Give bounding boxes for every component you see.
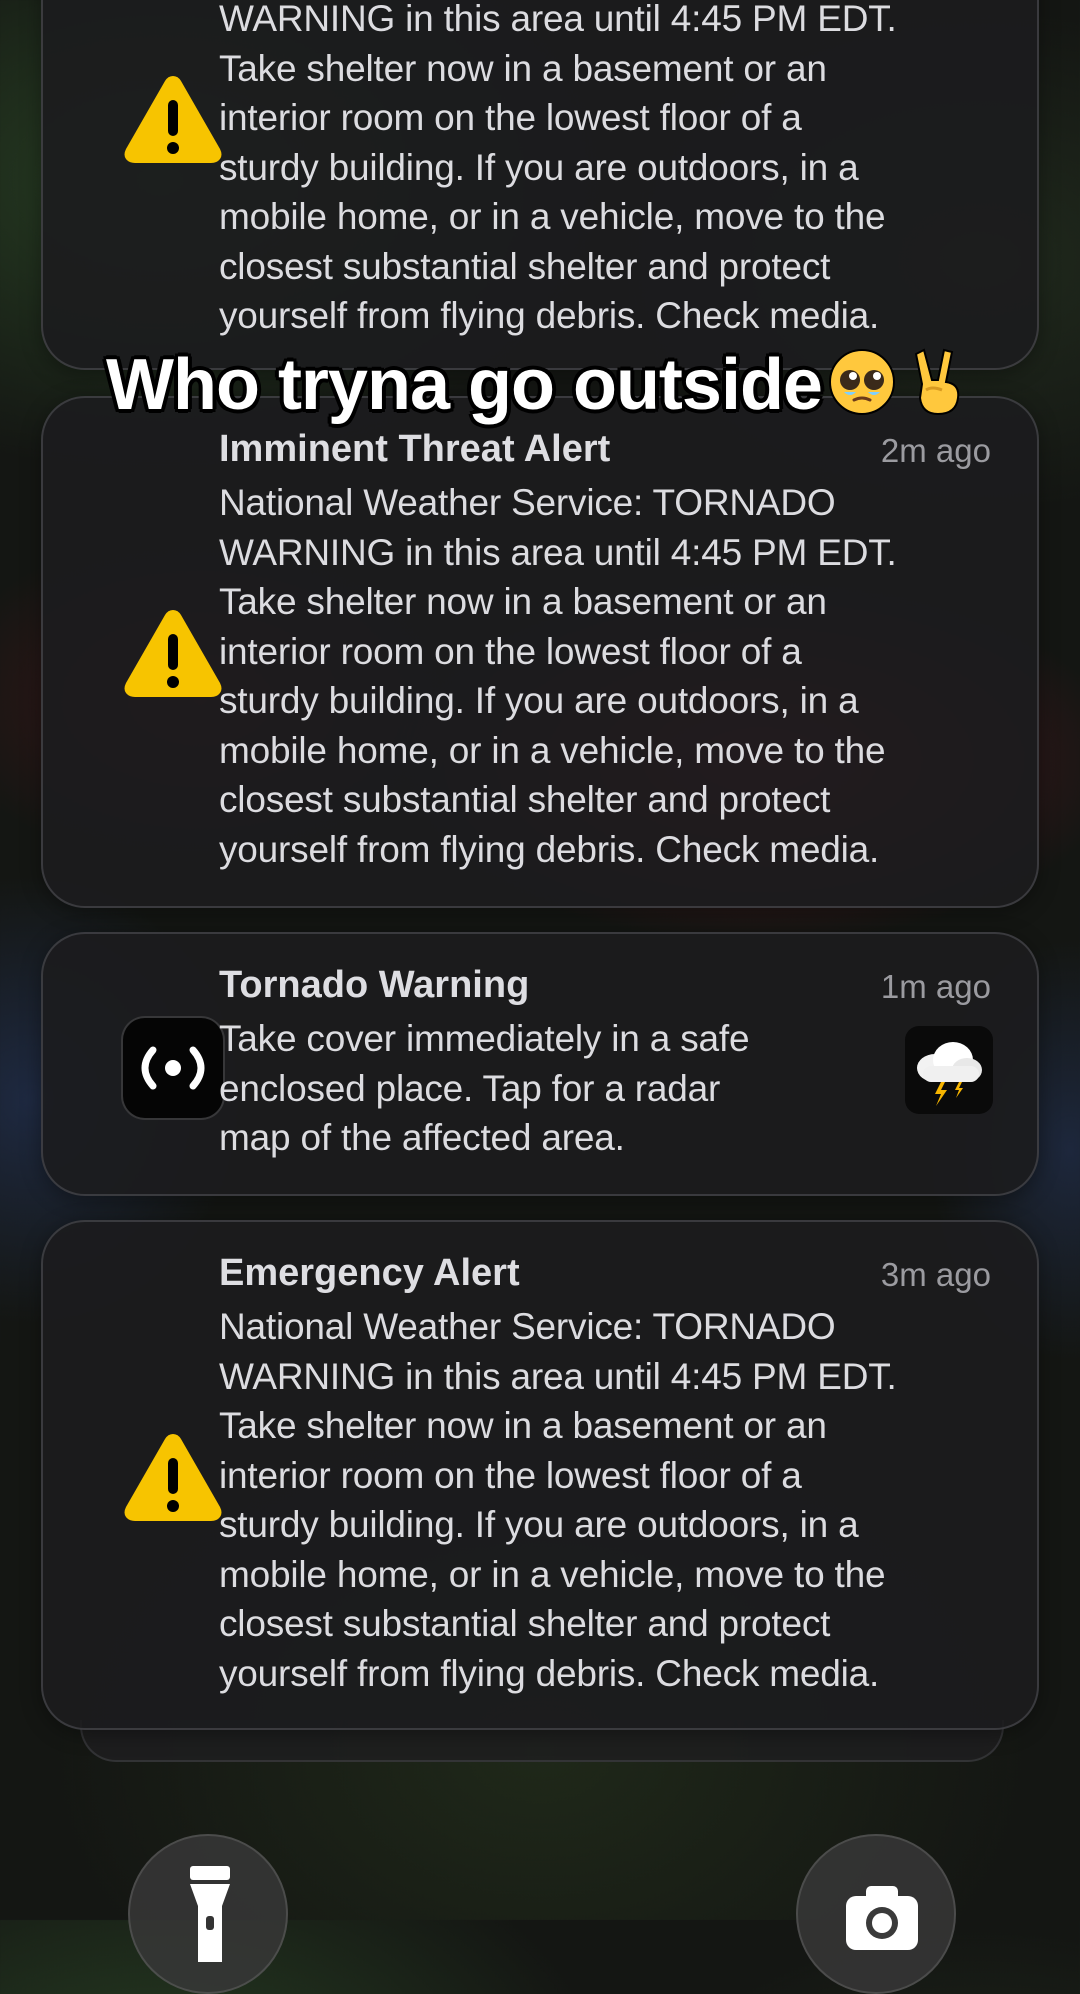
- camera-button[interactable]: [796, 1834, 956, 1994]
- notification-time: 3m ago: [880, 1256, 991, 1293]
- notification-card-emergency-top[interactable]: WARNING in this area until 4:45 PM EDT. …: [41, 0, 1039, 370]
- warning-triangle-icon: [124, 76, 222, 163]
- video-caption: Who tryna go outside: [0, 340, 1080, 430]
- notification-time: 2m ago: [880, 432, 991, 469]
- caption-text: Who tryna go outside: [106, 345, 823, 425]
- notification-time: 1m ago: [880, 968, 991, 1005]
- notification-card-emergency-alert[interactable]: Emergency Alert 3m ago National Weather …: [41, 1220, 1039, 1730]
- flashlight-button[interactable]: [128, 1834, 288, 1994]
- notification-title: Imminent Threat Alert: [219, 428, 611, 470]
- flashlight-icon: [190, 1866, 230, 1962]
- notification-body: National Weather Service: TORNADO WARNIN…: [219, 482, 897, 870]
- broadcast-app-icon: [121, 1016, 225, 1120]
- thunderstorm-cloud-icon: [905, 1026, 993, 1114]
- notification-title: Tornado Warning: [219, 964, 530, 1006]
- notification-body: WARNING in this area until 4:45 PM EDT. …: [219, 0, 897, 336]
- notification-card-imminent-threat[interactable]: Imminent Threat Alert 2m ago National We…: [41, 396, 1039, 908]
- notification-title: Emergency Alert: [219, 1252, 520, 1294]
- notification-card-tornado-warning[interactable]: Tornado Warning 1m ago Take cover immedi…: [41, 932, 1039, 1196]
- warning-triangle-icon: [124, 1434, 222, 1521]
- notification-body: National Weather Service: TORNADO WARNIN…: [219, 1306, 897, 1694]
- notification-body: Take cover immediately in a safe enclose…: [219, 1018, 750, 1158]
- warning-triangle-icon: [124, 610, 222, 697]
- pleading-face-emoji: [828, 348, 895, 415]
- victory-hand-emoji: [914, 348, 960, 415]
- camera-icon: [846, 1886, 918, 1950]
